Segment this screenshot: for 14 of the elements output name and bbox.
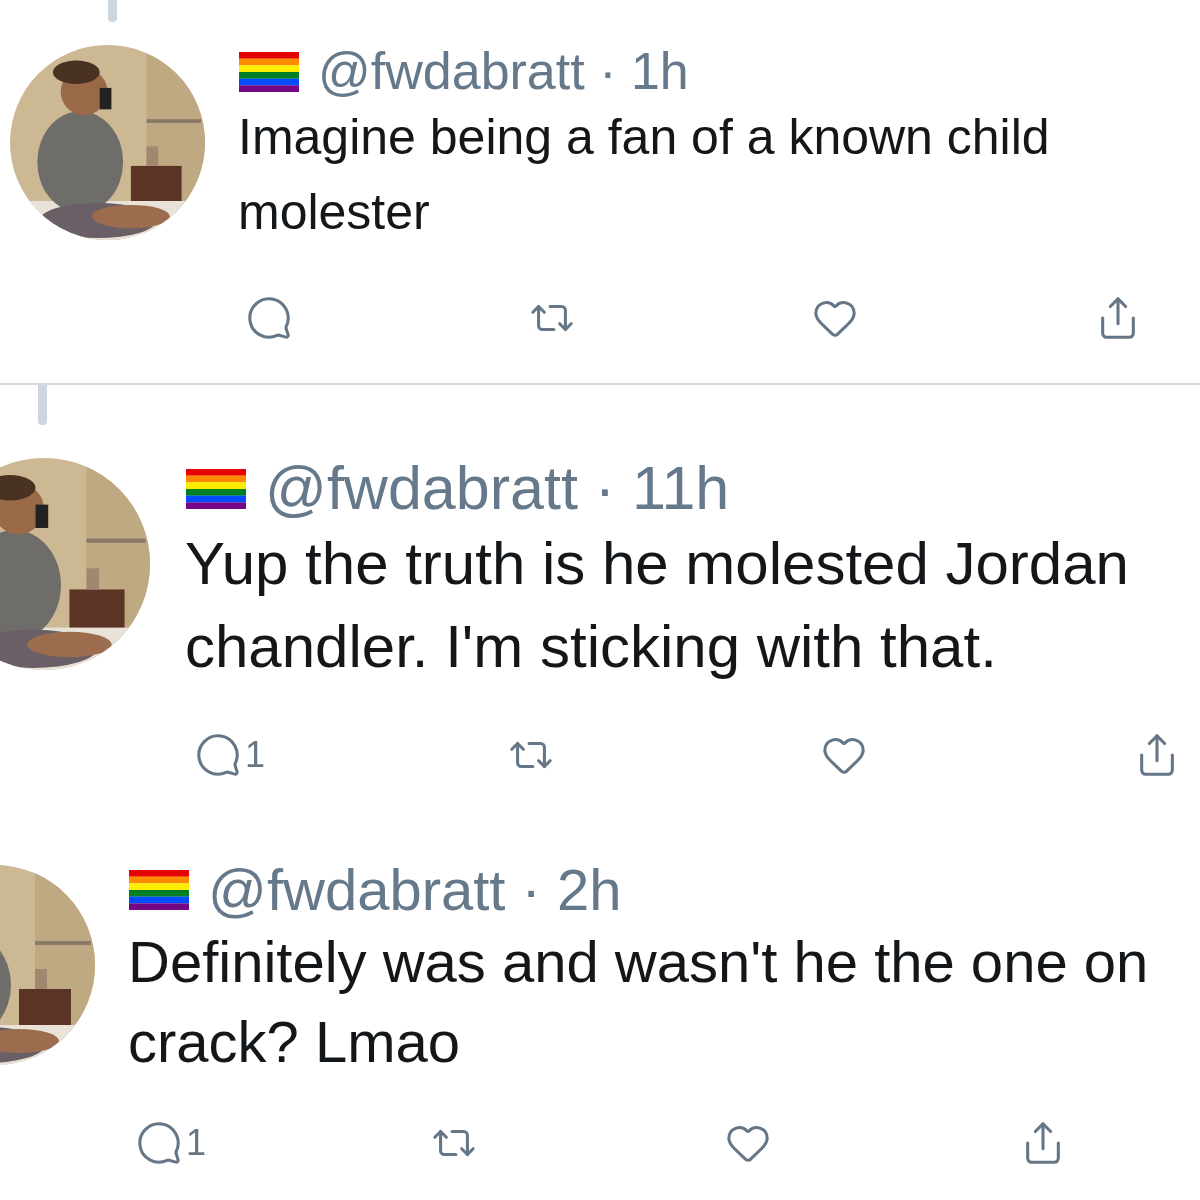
reply-icon[interactable] [195, 732, 241, 779]
reply-icon[interactable] [246, 295, 292, 342]
reply-count: 1 [245, 734, 266, 777]
tweet-meta: @fwdabratt · 11h [265, 455, 730, 523]
reply-icon[interactable] [136, 1119, 182, 1166]
tweet-text: Imagine being a fan of a known child molester [238, 108, 1051, 243]
tweet-text: Yup the truth is he molested Jordan chandler. I'm sticking with that. [185, 529, 1130, 683]
pride-flag-icon [185, 468, 247, 509]
tweet-meta: @fwdabratt · 2h [208, 858, 622, 922]
pride-flag-icon [238, 51, 300, 92]
tweet-text: Definitely was and wasn't he the one on crack? Lmao [128, 927, 1150, 1076]
tweet-meta: @fwdabratt · 1h [318, 43, 689, 101]
pride-flag-icon [128, 869, 190, 910]
reply-count: 1 [186, 1121, 207, 1164]
